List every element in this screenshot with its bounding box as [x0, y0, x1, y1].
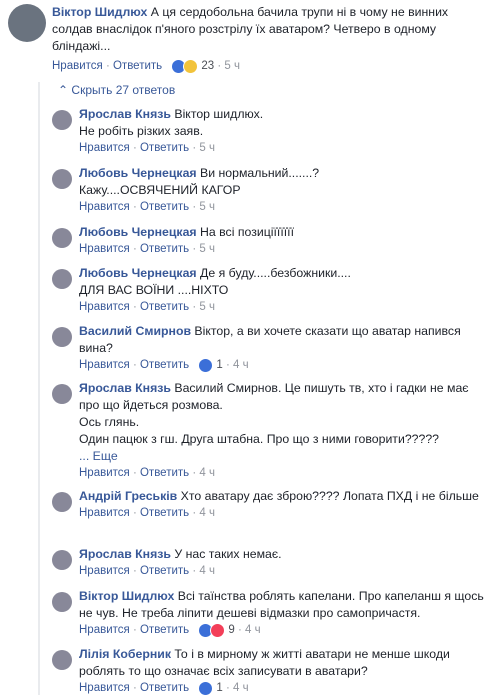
reactions[interactable]: 1 [192, 357, 223, 373]
avatar[interactable] [52, 169, 72, 189]
reply-time: 4 ч [232, 359, 249, 372]
reply-actions: Нравится · Ответить · 4 ч [79, 467, 215, 479]
avatar[interactable] [52, 327, 72, 347]
reply-time: 5 ч [199, 201, 215, 213]
like-button[interactable]: Нравится [79, 359, 130, 371]
reactions[interactable]: 23 [165, 58, 214, 74]
reply-button[interactable]: Ответить [140, 201, 189, 213]
like-button[interactable]: Нравится [79, 682, 130, 694]
like-button[interactable]: Нравится [52, 60, 103, 72]
reply-text: На всі позиціїїїїїї [196, 225, 294, 239]
avatar[interactable] [52, 269, 72, 289]
comment-actions: Нравится · Ответить 23 · 5 ч [52, 58, 240, 74]
reaction-count: 9 [228, 624, 235, 636]
reply-actions: Нравится · Ответить · 4 ч [79, 565, 215, 577]
like-button[interactable]: Нравится [79, 565, 130, 577]
chevron-up-icon: ⌃ [58, 83, 69, 97]
reply-text: Хто аватару дає зброю???? Лопата ПХД і н… [177, 489, 479, 503]
reply-author[interactable]: Андрій Греськів [79, 489, 177, 503]
reply-actions: Нравится · Ответить · 5 ч [79, 142, 215, 154]
see-more-link[interactable]: ... Еще [79, 448, 491, 465]
like-button[interactable]: Нравится [79, 301, 130, 313]
reply-actions: Нравится · Ответить 9 · 4 ч [79, 622, 261, 638]
avatar[interactable] [52, 550, 72, 570]
reply-author[interactable]: Лілія Коберник [79, 647, 171, 661]
reaction-count: 1 [216, 359, 223, 371]
avatar[interactable] [8, 4, 46, 42]
reply-button[interactable]: Ответить [140, 359, 189, 371]
reply-time: 4 ч [232, 682, 249, 695]
reply-actions: Нравится · Ответить · 5 ч [79, 243, 215, 255]
avatar[interactable] [52, 492, 72, 512]
reply-time: 5 ч [199, 142, 215, 154]
reply-author[interactable]: Василий Смирнов [79, 324, 191, 338]
reply-button[interactable]: Ответить [140, 624, 189, 636]
like-button[interactable]: Нравится [79, 467, 130, 479]
reply-button[interactable]: Ответить [113, 60, 162, 72]
reply-time: 4 ч [244, 624, 261, 637]
reply-author[interactable]: Ярослав Князь [79, 547, 171, 561]
reaction-count: 1 [216, 682, 223, 694]
like-button[interactable]: Нравится [79, 142, 130, 154]
comment-time: 5 ч [224, 60, 240, 73]
reply-time: 4 ч [199, 507, 215, 519]
reply-actions: Нравится · Ответить 1 · 4 ч [79, 680, 249, 696]
reactions[interactable]: 9 [192, 622, 235, 638]
reply-button[interactable]: Ответить [140, 467, 189, 479]
haha-reaction-icon [183, 58, 199, 74]
reply-author[interactable]: Любовь Чернецкая [79, 266, 197, 280]
avatar[interactable] [52, 228, 72, 248]
reply-button[interactable]: Ответить [140, 243, 189, 255]
reply-button[interactable]: Ответить [140, 142, 189, 154]
avatar[interactable] [52, 592, 72, 612]
thread-line [38, 82, 40, 695]
avatar[interactable] [52, 110, 72, 130]
reply-author[interactable]: Віктор Шидлюх [79, 589, 174, 603]
reply-text: У нас таких немає. [170, 547, 282, 561]
like-button[interactable]: Нравится [79, 243, 130, 255]
avatar[interactable] [52, 650, 72, 670]
reply-button[interactable]: Ответить [140, 301, 189, 313]
love-reaction-icon [210, 622, 226, 638]
like-reaction-icon [198, 357, 214, 373]
like-button[interactable]: Нравится [79, 624, 130, 636]
reply-author[interactable]: Любовь Чернецкая [79, 225, 197, 239]
hide-replies-link[interactable]: ⌃ Скрыть 27 ответов [58, 83, 175, 97]
reply-time: 5 ч [199, 301, 215, 313]
reply-actions: Нравится · Ответить · 5 ч [79, 301, 215, 313]
reaction-count: 23 [201, 60, 215, 72]
reply-author[interactable]: Ярослав Князь [79, 381, 171, 395]
reply-time: 5 ч [199, 243, 215, 255]
reply-author[interactable]: Ярослав Князь [79, 107, 171, 121]
reply-actions: Нравится · Ответить 1 · 4 ч [79, 357, 249, 373]
reply-author[interactable]: Любовь Чернецкая [79, 166, 197, 180]
like-button[interactable]: Нравится [79, 507, 130, 519]
reply-actions: Нравится · Ответить · 5 ч [79, 201, 215, 213]
reactions[interactable]: 1 [192, 680, 223, 696]
avatar[interactable] [52, 384, 72, 404]
reply-button[interactable]: Ответить [140, 682, 189, 694]
like-button[interactable]: Нравится [79, 201, 130, 213]
like-reaction-icon [198, 680, 214, 696]
reply-button[interactable]: Ответить [140, 507, 189, 519]
reply-button[interactable]: Ответить [140, 565, 189, 577]
comment-author[interactable]: Віктор Шидлюх [52, 5, 147, 19]
reply-time: 4 ч [199, 565, 215, 577]
reply-actions: Нравится · Ответить · 4 ч [79, 507, 215, 519]
reply-time: 4 ч [199, 467, 215, 479]
